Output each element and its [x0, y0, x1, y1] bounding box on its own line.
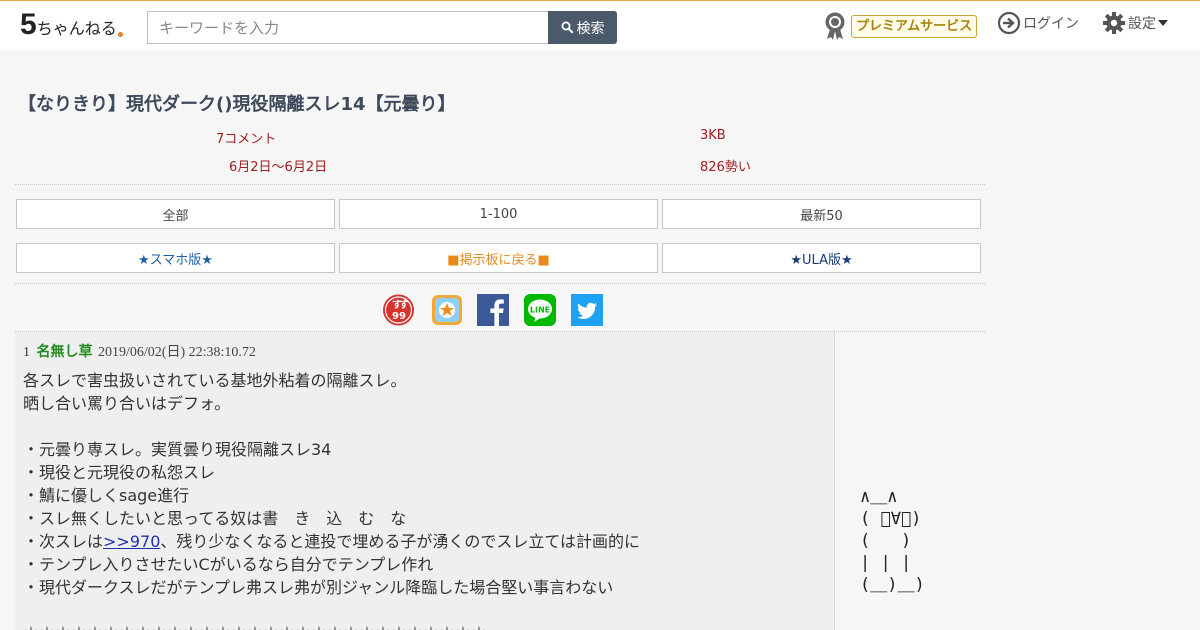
post-line-prefix: ・次スレは: [23, 532, 104, 551]
gear-icon: [1103, 12, 1125, 34]
view-latest-button[interactable]: 最新50: [662, 199, 981, 229]
ascii-art-cat: ∧＿∧ ( ﾟ∀ﾟ) ( ) | | | (＿)＿): [860, 487, 925, 595]
post-line: ・鯖に優しくsage進行: [23, 486, 190, 505]
view-all-button[interactable]: 全部: [16, 199, 335, 229]
post-header: 1 名無し草 2019/06/02(日) 22:38:10.72: [23, 341, 256, 361]
poster-name: 名無し草: [36, 344, 93, 360]
thread-momentum: 826勢い: [700, 160, 751, 175]
search-input[interactable]: [147, 11, 549, 44]
post-line: ・次スレは>>970、残り少なくなると連投で埋める子が湧くのでスレ立ては計画的に: [23, 530, 640, 553]
logo-five: 5: [20, 8, 37, 41]
premium-service-label: プレミアムサービス: [851, 14, 978, 38]
ula-version-button[interactable]: ★ULA版★: [662, 243, 981, 273]
post-line: ・スレ無くしたいと思ってる奴は書 き 込 む な: [23, 509, 407, 528]
thread-date-range: 6月2日〜6月2日: [229, 160, 328, 175]
line-icon[interactable]: LINE: [523, 294, 556, 326]
svg-text:9: 9: [399, 311, 406, 322]
post-line: [23, 599, 640, 622]
settings-menu[interactable]: 設定: [1102, 11, 1168, 35]
post-line: [23, 415, 640, 438]
site-header: 5 ちゃんねる 検索 プレミアムサービス ログイン: [0, 1, 1200, 50]
post-number[interactable]: 1: [23, 345, 30, 360]
thread-title: 【なりきり】現代ダーク()現役隔離スレ14【元曇り】: [18, 94, 456, 115]
site-logo[interactable]: 5 ちゃんねる: [20, 10, 123, 40]
login-label: ログイン: [1023, 16, 1079, 32]
search-icon: [561, 21, 574, 34]
premium-service-link[interactable]: プレミアムサービス: [823, 11, 978, 41]
sukusuku-icon[interactable]: す す 9 9: [382, 294, 415, 326]
divider: [15, 184, 985, 185]
post-line: ・現代ダークスレだがテンプレ弗スレ弗が別ジャンル降臨した場合堅い事言わない: [23, 578, 614, 597]
post-line: 晒し合い罵り合いはデフォ。: [23, 394, 231, 413]
search-button-label: 検索: [576, 20, 605, 37]
post-datetime: 2019/06/02(日) 22:38:10.72: [98, 345, 256, 360]
logo-text: ちゃんねる: [36, 19, 117, 38]
search-button[interactable]: 検索: [548, 11, 617, 44]
divider: [15, 283, 985, 284]
award-ribbon-icon: [825, 12, 845, 40]
svg-text:9: 9: [392, 311, 399, 322]
twitter-icon[interactable]: [570, 294, 603, 326]
post-line: ・テンプレ入りさせたいCがいるなら自分でテンプレ作れ: [23, 555, 434, 574]
svg-text:LINE: LINE: [529, 306, 549, 315]
svg-text:す: す: [399, 299, 409, 311]
smartphone-version-button[interactable]: ★スマホ版★: [16, 243, 335, 273]
thread-size: 3KB: [700, 128, 726, 143]
post-line-suffix: 、残り少なくなると連投で埋める子が湧くのでスレ立ては計画的に: [160, 532, 641, 551]
post-line: ・現役と元現役の私怨スレ: [23, 463, 216, 482]
post-body: 各スレで害虫扱いされている基地外粘着の隔離スレ。 晒し合い罵り合いはデフォ。・元曇…: [23, 369, 640, 630]
facebook-icon[interactable]: [476, 294, 509, 326]
view-range-button[interactable]: 1-100: [339, 199, 658, 229]
app-icon[interactable]: [430, 294, 463, 326]
post-1: 1 名無し草 2019/06/02(日) 22:38:10.72 各スレで害虫扱…: [15, 332, 835, 630]
login-link[interactable]: ログイン: [997, 11, 1079, 35]
post-line: ＊＊＊＊＊＊＊＊＊＊＊＊＊＊＊＊＊＊＊＊＊＊＊＊＊＊＊＊＊: [23, 622, 640, 630]
post-line: 各スレで害虫扱いされている基地外粘着の隔離スレ。: [23, 371, 407, 390]
reply-anchor-link[interactable]: >>970: [103, 532, 160, 551]
logo-dot: [117, 32, 123, 37]
caret-down-icon: [1158, 20, 1168, 26]
settings-label: 設定: [1128, 16, 1156, 32]
comment-count: 7コメント: [216, 132, 277, 147]
post-line: ・元曇り専スレ。実質曇り現役隔離スレ34: [23, 440, 332, 459]
back-to-board-button[interactable]: ■掲示板に戻る■: [339, 243, 658, 273]
login-icon: [997, 11, 1021, 35]
